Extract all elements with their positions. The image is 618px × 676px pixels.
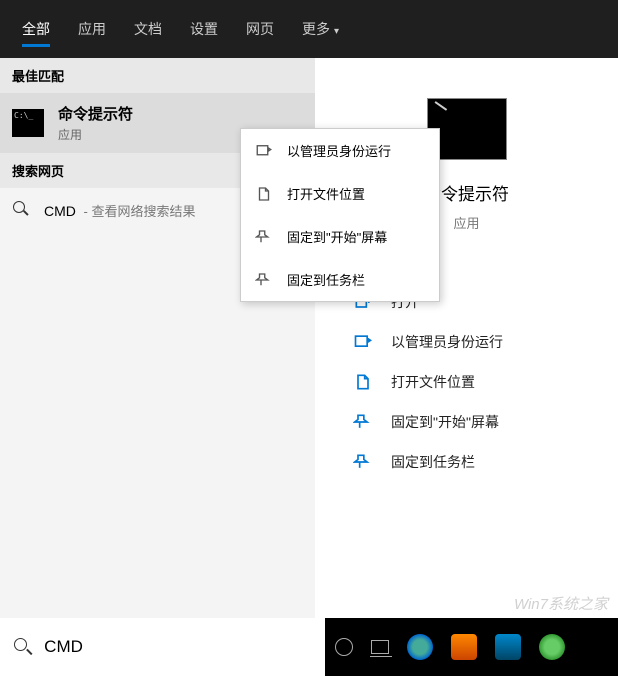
taskbar-search-box[interactable] bbox=[0, 618, 325, 676]
pin-taskbar-icon bbox=[255, 271, 273, 289]
ctx-pin-start[interactable]: 固定到"开始"屏幕 bbox=[241, 215, 439, 258]
taskbar-app-3[interactable] bbox=[495, 634, 521, 660]
chevron-down-icon: ▾ bbox=[334, 26, 339, 37]
detail-action-open-location[interactable]: 打开文件位置 bbox=[345, 362, 588, 402]
folder-icon bbox=[255, 185, 273, 203]
taskbar bbox=[0, 618, 618, 676]
ctx-open-location[interactable]: 打开文件位置 bbox=[241, 172, 439, 215]
task-view-icon[interactable] bbox=[371, 640, 389, 654]
filter-tabs-header: 全部 应用 文档 设置 网页 更多▾ bbox=[0, 0, 618, 58]
admin-shield-icon bbox=[255, 142, 273, 160]
tab-web[interactable]: 网页 bbox=[232, 5, 288, 53]
pin-start-icon bbox=[353, 412, 373, 432]
folder-icon bbox=[353, 372, 373, 392]
context-menu: 以管理员身份运行 打开文件位置 固定到"开始"屏幕 固定到任务栏 bbox=[240, 128, 440, 302]
pin-taskbar-icon bbox=[353, 452, 373, 472]
cmd-app-icon bbox=[12, 109, 44, 137]
detail-action-pin-taskbar[interactable]: 固定到任务栏 bbox=[345, 442, 588, 482]
taskbar-app-2[interactable] bbox=[451, 634, 477, 660]
tab-docs[interactable]: 文档 bbox=[120, 5, 176, 53]
admin-shield-icon bbox=[353, 332, 373, 352]
taskbar-app-4[interactable] bbox=[539, 634, 565, 660]
ctx-run-admin[interactable]: 以管理员身份运行 bbox=[241, 129, 439, 172]
result-subtitle: 应用 bbox=[58, 126, 133, 143]
detail-action-run-admin[interactable]: 以管理员身份运行 bbox=[345, 322, 588, 362]
tab-more[interactable]: 更多▾ bbox=[288, 5, 353, 53]
search-icon bbox=[12, 200, 32, 220]
tab-all[interactable]: 全部 bbox=[8, 5, 64, 53]
search-input[interactable] bbox=[44, 637, 311, 657]
cortana-icon[interactable] bbox=[335, 638, 353, 656]
pin-start-icon bbox=[255, 228, 273, 246]
search-icon bbox=[14, 638, 30, 656]
detail-action-pin-start[interactable]: 固定到"开始"屏幕 bbox=[345, 402, 588, 442]
best-match-header: 最佳匹配 bbox=[0, 58, 315, 93]
tab-apps[interactable]: 应用 bbox=[64, 5, 120, 53]
ctx-pin-taskbar[interactable]: 固定到任务栏 bbox=[241, 258, 439, 301]
tab-settings[interactable]: 设置 bbox=[176, 5, 232, 53]
taskbar-app-1[interactable] bbox=[407, 634, 433, 660]
result-title: 命令提示符 bbox=[58, 103, 133, 124]
